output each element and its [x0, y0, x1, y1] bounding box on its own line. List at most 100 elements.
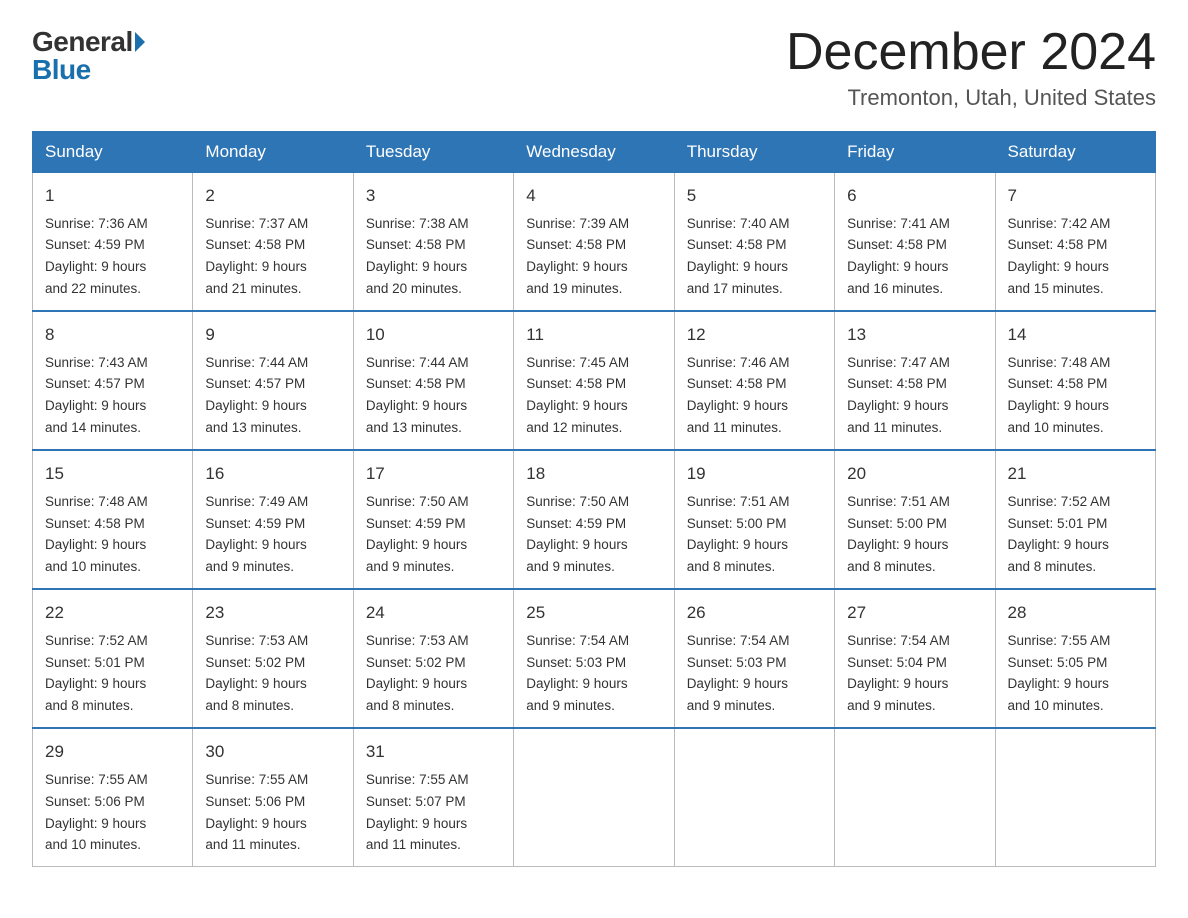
day-number: 22 — [45, 600, 180, 626]
calendar-day-cell: 14 Sunrise: 7:48 AMSunset: 4:58 PMDaylig… — [995, 311, 1155, 450]
day-number: 31 — [366, 739, 501, 765]
calendar-header-row: SundayMondayTuesdayWednesdayThursdayFrid… — [33, 132, 1156, 173]
day-sunrise: Sunrise: 7:41 AMSunset: 4:58 PMDaylight:… — [847, 216, 950, 297]
logo-arrow-icon — [135, 32, 145, 52]
day-sunrise: Sunrise: 7:44 AMSunset: 4:57 PMDaylight:… — [205, 355, 308, 436]
calendar-day-cell: 1 Sunrise: 7:36 AMSunset: 4:59 PMDayligh… — [33, 173, 193, 312]
day-number: 6 — [847, 183, 982, 209]
day-sunrise: Sunrise: 7:52 AMSunset: 5:01 PMDaylight:… — [45, 633, 148, 714]
day-sunrise: Sunrise: 7:50 AMSunset: 4:59 PMDaylight:… — [366, 494, 469, 575]
day-number: 26 — [687, 600, 822, 626]
weekday-header-wednesday: Wednesday — [514, 132, 674, 173]
calendar-day-cell: 16 Sunrise: 7:49 AMSunset: 4:59 PMDaylig… — [193, 450, 353, 589]
day-number: 20 — [847, 461, 982, 487]
calendar-day-cell: 28 Sunrise: 7:55 AMSunset: 5:05 PMDaylig… — [995, 589, 1155, 728]
weekday-header-saturday: Saturday — [995, 132, 1155, 173]
calendar-day-cell: 23 Sunrise: 7:53 AMSunset: 5:02 PMDaylig… — [193, 589, 353, 728]
calendar-day-cell: 26 Sunrise: 7:54 AMSunset: 5:03 PMDaylig… — [674, 589, 834, 728]
calendar-day-cell: 3 Sunrise: 7:38 AMSunset: 4:58 PMDayligh… — [353, 173, 513, 312]
calendar-day-cell: 10 Sunrise: 7:44 AMSunset: 4:58 PMDaylig… — [353, 311, 513, 450]
calendar-day-cell: 21 Sunrise: 7:52 AMSunset: 5:01 PMDaylig… — [995, 450, 1155, 589]
day-number: 21 — [1008, 461, 1143, 487]
day-number: 24 — [366, 600, 501, 626]
day-number: 16 — [205, 461, 340, 487]
calendar-day-cell: 31 Sunrise: 7:55 AMSunset: 5:07 PMDaylig… — [353, 728, 513, 867]
day-number: 27 — [847, 600, 982, 626]
day-number: 28 — [1008, 600, 1143, 626]
calendar-day-cell: 5 Sunrise: 7:40 AMSunset: 4:58 PMDayligh… — [674, 173, 834, 312]
calendar-day-cell: 19 Sunrise: 7:51 AMSunset: 5:00 PMDaylig… — [674, 450, 834, 589]
day-number: 18 — [526, 461, 661, 487]
day-sunrise: Sunrise: 7:37 AMSunset: 4:58 PMDaylight:… — [205, 216, 308, 297]
calendar-day-cell: 7 Sunrise: 7:42 AMSunset: 4:58 PMDayligh… — [995, 173, 1155, 312]
day-number: 11 — [526, 322, 661, 348]
day-sunrise: Sunrise: 7:52 AMSunset: 5:01 PMDaylight:… — [1008, 494, 1111, 575]
day-sunrise: Sunrise: 7:55 AMSunset: 5:07 PMDaylight:… — [366, 772, 469, 853]
calendar-day-cell: 15 Sunrise: 7:48 AMSunset: 4:58 PMDaylig… — [33, 450, 193, 589]
logo-general: General — [32, 28, 133, 56]
day-sunrise: Sunrise: 7:49 AMSunset: 4:59 PMDaylight:… — [205, 494, 308, 575]
day-number: 30 — [205, 739, 340, 765]
calendar-day-cell: 2 Sunrise: 7:37 AMSunset: 4:58 PMDayligh… — [193, 173, 353, 312]
day-sunrise: Sunrise: 7:53 AMSunset: 5:02 PMDaylight:… — [205, 633, 308, 714]
calendar-day-cell: 8 Sunrise: 7:43 AMSunset: 4:57 PMDayligh… — [33, 311, 193, 450]
day-sunrise: Sunrise: 7:48 AMSunset: 4:58 PMDaylight:… — [45, 494, 148, 575]
day-sunrise: Sunrise: 7:42 AMSunset: 4:58 PMDaylight:… — [1008, 216, 1111, 297]
day-sunrise: Sunrise: 7:54 AMSunset: 5:03 PMDaylight:… — [687, 633, 790, 714]
calendar-table: SundayMondayTuesdayWednesdayThursdayFrid… — [32, 131, 1156, 867]
calendar-day-cell: 17 Sunrise: 7:50 AMSunset: 4:59 PMDaylig… — [353, 450, 513, 589]
logo[interactable]: General Blue — [32, 28, 145, 84]
day-sunrise: Sunrise: 7:39 AMSunset: 4:58 PMDaylight:… — [526, 216, 629, 297]
day-number: 14 — [1008, 322, 1143, 348]
day-sunrise: Sunrise: 7:40 AMSunset: 4:58 PMDaylight:… — [687, 216, 790, 297]
day-sunrise: Sunrise: 7:54 AMSunset: 5:04 PMDaylight:… — [847, 633, 950, 714]
day-number: 13 — [847, 322, 982, 348]
calendar-day-cell: 9 Sunrise: 7:44 AMSunset: 4:57 PMDayligh… — [193, 311, 353, 450]
day-sunrise: Sunrise: 7:47 AMSunset: 4:58 PMDaylight:… — [847, 355, 950, 436]
title-section: December 2024 Tremonton, Utah, United St… — [786, 24, 1156, 111]
day-number: 3 — [366, 183, 501, 209]
calendar-day-cell: 12 Sunrise: 7:46 AMSunset: 4:58 PMDaylig… — [674, 311, 834, 450]
day-sunrise: Sunrise: 7:46 AMSunset: 4:58 PMDaylight:… — [687, 355, 790, 436]
calendar-day-cell: 18 Sunrise: 7:50 AMSunset: 4:59 PMDaylig… — [514, 450, 674, 589]
calendar-day-cell: 24 Sunrise: 7:53 AMSunset: 5:02 PMDaylig… — [353, 589, 513, 728]
day-number: 2 — [205, 183, 340, 209]
day-sunrise: Sunrise: 7:51 AMSunset: 5:00 PMDaylight:… — [687, 494, 790, 575]
day-number: 9 — [205, 322, 340, 348]
weekday-header-friday: Friday — [835, 132, 995, 173]
calendar-day-cell: 22 Sunrise: 7:52 AMSunset: 5:01 PMDaylig… — [33, 589, 193, 728]
page-header: General Blue December 2024 Tremonton, Ut… — [32, 24, 1156, 111]
calendar-day-cell: 25 Sunrise: 7:54 AMSunset: 5:03 PMDaylig… — [514, 589, 674, 728]
weekday-header-monday: Monday — [193, 132, 353, 173]
day-sunrise: Sunrise: 7:54 AMSunset: 5:03 PMDaylight:… — [526, 633, 629, 714]
day-sunrise: Sunrise: 7:36 AMSunset: 4:59 PMDaylight:… — [45, 216, 148, 297]
calendar-week-row: 29 Sunrise: 7:55 AMSunset: 5:06 PMDaylig… — [33, 728, 1156, 867]
calendar-week-row: 8 Sunrise: 7:43 AMSunset: 4:57 PMDayligh… — [33, 311, 1156, 450]
day-number: 4 — [526, 183, 661, 209]
day-number: 15 — [45, 461, 180, 487]
location-title: Tremonton, Utah, United States — [786, 85, 1156, 111]
day-sunrise: Sunrise: 7:55 AMSunset: 5:06 PMDaylight:… — [205, 772, 308, 853]
day-number: 29 — [45, 739, 180, 765]
calendar-day-cell — [514, 728, 674, 867]
calendar-day-cell: 29 Sunrise: 7:55 AMSunset: 5:06 PMDaylig… — [33, 728, 193, 867]
day-number: 12 — [687, 322, 822, 348]
day-number: 1 — [45, 183, 180, 209]
day-sunrise: Sunrise: 7:55 AMSunset: 5:05 PMDaylight:… — [1008, 633, 1111, 714]
day-number: 5 — [687, 183, 822, 209]
day-number: 10 — [366, 322, 501, 348]
day-sunrise: Sunrise: 7:50 AMSunset: 4:59 PMDaylight:… — [526, 494, 629, 575]
day-sunrise: Sunrise: 7:55 AMSunset: 5:06 PMDaylight:… — [45, 772, 148, 853]
calendar-week-row: 15 Sunrise: 7:48 AMSunset: 4:58 PMDaylig… — [33, 450, 1156, 589]
weekday-header-tuesday: Tuesday — [353, 132, 513, 173]
day-number: 7 — [1008, 183, 1143, 209]
calendar-day-cell: 20 Sunrise: 7:51 AMSunset: 5:00 PMDaylig… — [835, 450, 995, 589]
calendar-day-cell: 30 Sunrise: 7:55 AMSunset: 5:06 PMDaylig… — [193, 728, 353, 867]
day-sunrise: Sunrise: 7:48 AMSunset: 4:58 PMDaylight:… — [1008, 355, 1111, 436]
calendar-day-cell: 11 Sunrise: 7:45 AMSunset: 4:58 PMDaylig… — [514, 311, 674, 450]
day-sunrise: Sunrise: 7:38 AMSunset: 4:58 PMDaylight:… — [366, 216, 469, 297]
weekday-header-thursday: Thursday — [674, 132, 834, 173]
day-sunrise: Sunrise: 7:45 AMSunset: 4:58 PMDaylight:… — [526, 355, 629, 436]
day-sunrise: Sunrise: 7:43 AMSunset: 4:57 PMDaylight:… — [45, 355, 148, 436]
calendar-day-cell — [995, 728, 1155, 867]
